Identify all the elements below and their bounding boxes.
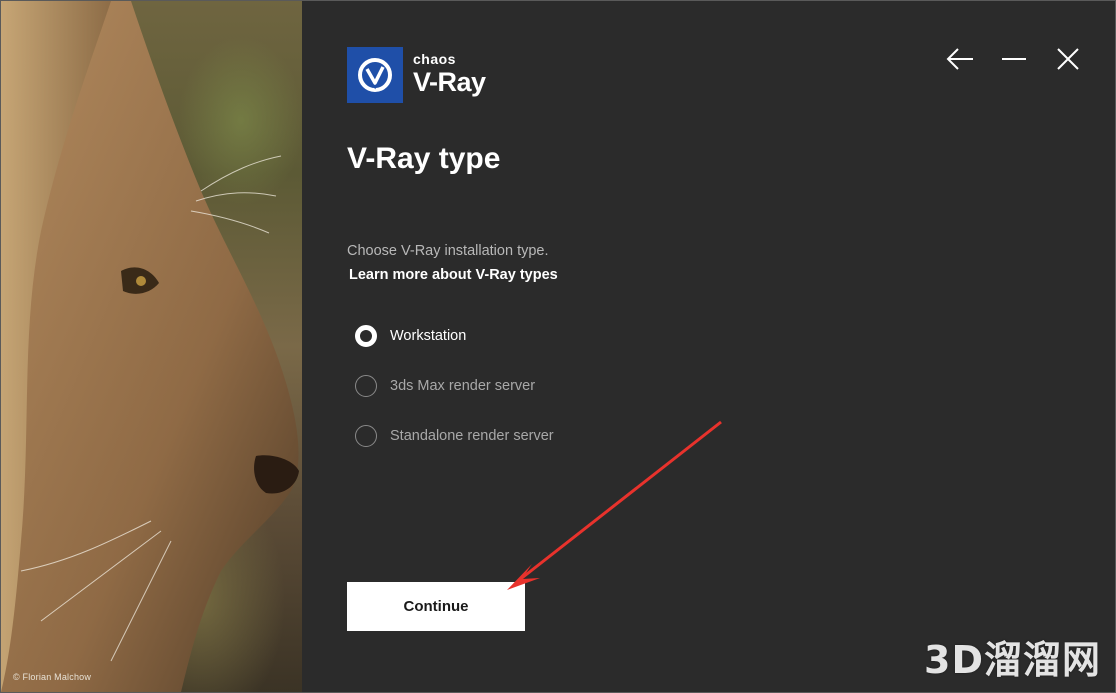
option-label: Workstation xyxy=(390,328,467,344)
install-type-options: Workstation 3ds Max render server Standa… xyxy=(355,323,554,473)
minimize-icon[interactable] xyxy=(999,45,1029,73)
vray-v-icon xyxy=(347,47,403,103)
watermark: 3D溜溜网 xyxy=(924,638,1101,682)
lion-illustration xyxy=(1,1,299,692)
radio-button[interactable] xyxy=(355,375,377,397)
back-arrow-icon[interactable] xyxy=(945,45,975,73)
window-controls xyxy=(945,45,1083,73)
lion-photo: © Florian Malchow xyxy=(1,1,302,692)
logo-company-name: chaos xyxy=(413,51,456,67)
installer-window: © Florian Malchow chaos V-Ray V-Ray type… xyxy=(0,0,1116,693)
close-icon[interactable] xyxy=(1053,45,1083,73)
radio-button-selected[interactable] xyxy=(355,325,377,347)
option-standalone-render-server[interactable]: Standalone render server xyxy=(355,423,554,449)
installer-panel: chaos V-Ray V-Ray type Choose V-Ray inst… xyxy=(302,1,1115,692)
continue-button[interactable]: Continue xyxy=(347,582,525,631)
option-3ds-max-render-server[interactable]: 3ds Max render server xyxy=(355,373,554,399)
page-title: V-Ray type xyxy=(347,142,501,175)
photo-credit: © Florian Malchow xyxy=(13,672,92,682)
option-label: Standalone render server xyxy=(390,428,554,444)
learn-more-link[interactable]: Learn more about V-Ray types xyxy=(349,267,558,283)
logo-product-name: V-Ray xyxy=(413,67,486,97)
instruction-text: Choose V-Ray installation type. xyxy=(347,243,549,259)
radio-button[interactable] xyxy=(355,425,377,447)
option-workstation[interactable]: Workstation xyxy=(355,323,554,349)
option-label: 3ds Max render server xyxy=(390,378,536,394)
